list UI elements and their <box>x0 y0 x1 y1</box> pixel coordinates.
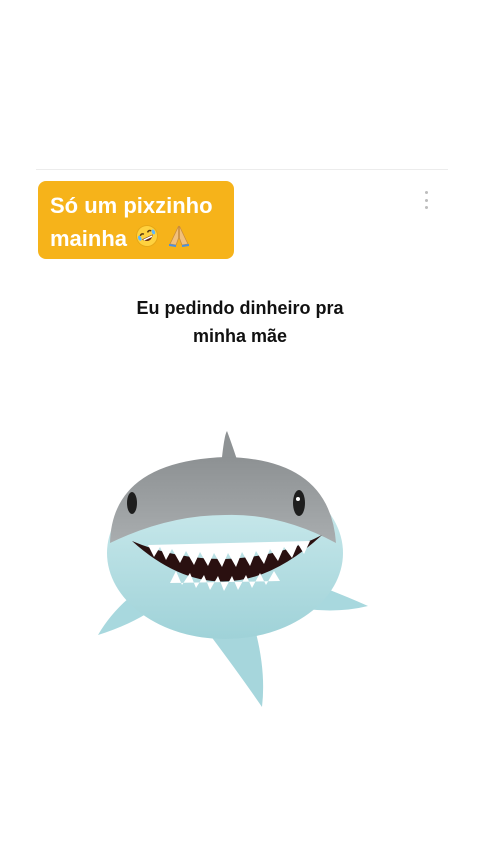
meme-caption-line-1: Eu pedindo dinheiro pra <box>136 298 344 318</box>
more-vertical-icon[interactable] <box>419 191 433 209</box>
shark-animoji-icon <box>98 431 368 707</box>
caption-sticker: Só um pixzinho mainha <box>38 181 234 259</box>
rolling-on-floor-laughing-icon <box>135 224 159 257</box>
meme-caption-line-2: minha mãe <box>192 326 288 346</box>
meme-caption: Eu pedindo dinheiro pra minha mãe <box>90 294 390 350</box>
more-dot <box>424 191 428 194</box>
top-divider <box>36 169 448 170</box>
caption-line-2-wrapper: mainha <box>50 222 222 257</box>
more-dot <box>424 198 428 202</box>
caption-line-1: Só um pixzinho <box>50 193 213 218</box>
folded-hands-icon <box>167 224 191 257</box>
caption-line-2: mainha <box>50 226 128 251</box>
more-dot <box>424 206 428 209</box>
